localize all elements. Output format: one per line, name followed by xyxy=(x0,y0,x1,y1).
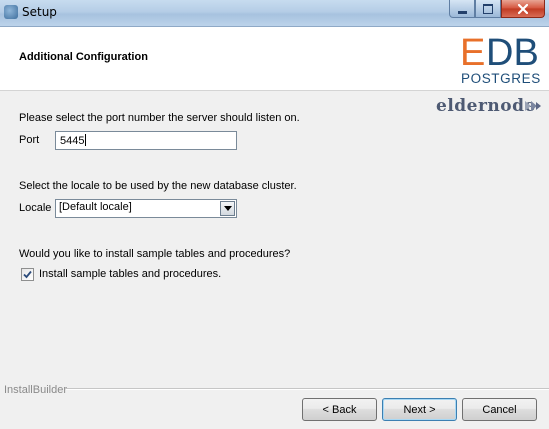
port-prompt: Please select the port number the server… xyxy=(19,112,300,124)
window-title: Setup xyxy=(22,5,57,19)
maximize-icon xyxy=(483,3,493,14)
installbuilder-brand: InstallBuilder xyxy=(4,384,67,396)
next-button[interactable]: Next > xyxy=(382,398,457,421)
locale-dropdown-button[interactable] xyxy=(220,201,235,216)
page-title: Additional Configuration xyxy=(19,51,148,63)
postgres-elephant-icon xyxy=(4,5,18,19)
port-input[interactable]: 5445 xyxy=(55,131,237,150)
cancel-button[interactable]: Cancel xyxy=(462,398,537,421)
text-caret xyxy=(85,134,87,146)
eldernode-watermark: eldernode xyxy=(436,96,546,118)
logo-db-letters: DB xyxy=(486,32,539,74)
close-icon xyxy=(518,3,528,14)
minimize-icon xyxy=(457,10,467,14)
caption-buttons xyxy=(449,0,545,20)
logo-e-letter: E xyxy=(460,32,485,74)
install-samples-label[interactable]: Install sample tables and procedures. xyxy=(39,268,221,280)
install-samples-checkbox[interactable] xyxy=(21,268,34,281)
maximize-button[interactable] xyxy=(475,0,501,18)
port-value: 5445 xyxy=(60,135,85,147)
chevron-down-icon xyxy=(223,206,232,211)
close-button[interactable] xyxy=(501,0,545,18)
setup-window: Setup Additional Configuration E DB POST… xyxy=(0,0,549,429)
watermark-text: eldernode xyxy=(436,96,536,116)
checkmark-icon xyxy=(23,270,32,279)
port-label: Port xyxy=(19,134,40,146)
edb-postgres-logo: E DB POSTGRES xyxy=(460,32,541,86)
minimize-button[interactable] xyxy=(449,0,475,18)
locale-selected-value: [Default locale] xyxy=(59,201,132,213)
logo-postgres-text: POSTGRES xyxy=(461,71,541,86)
title-bar[interactable]: Setup xyxy=(0,0,549,27)
arrow-icon xyxy=(525,101,541,111)
back-button[interactable]: < Back xyxy=(302,398,377,421)
wizard-header: Additional Configuration E DB POSTGRES xyxy=(0,27,549,91)
locale-prompt: Select the locale to be used by the new … xyxy=(19,180,297,192)
locale-label: Locale xyxy=(19,202,52,214)
footer-divider xyxy=(66,388,549,390)
samples-prompt: Would you like to install sample tables … xyxy=(19,248,291,260)
locale-select[interactable]: [Default locale] xyxy=(55,199,237,218)
